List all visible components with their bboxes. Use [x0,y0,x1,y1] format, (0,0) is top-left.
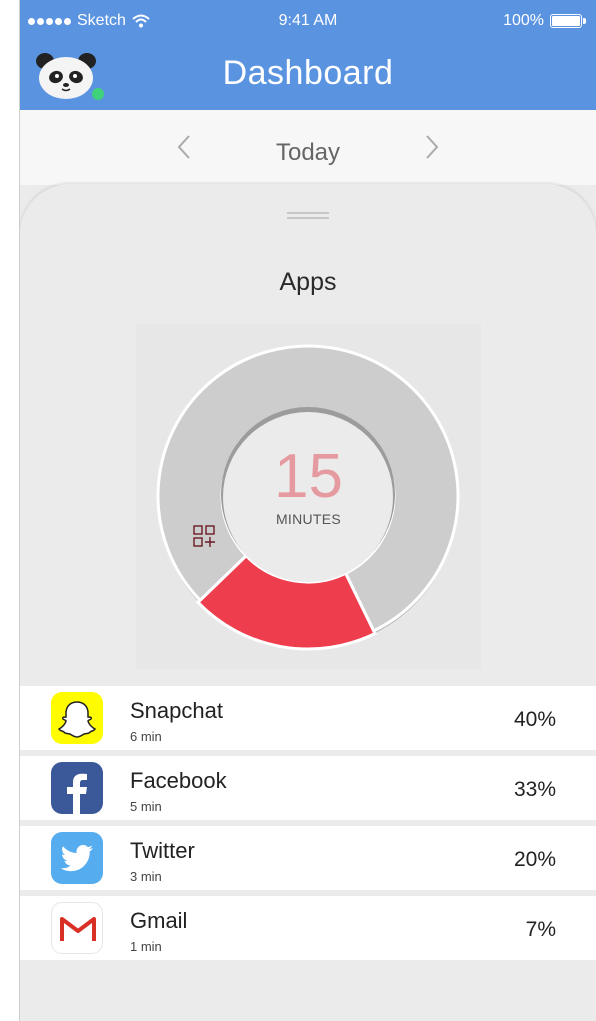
app-usage-list: Snapchat 6 min 40% Facebook 5 min 33% Tw… [20,686,596,966]
chevron-right-icon[interactable] [416,132,446,162]
list-item-snapchat[interactable]: Snapchat 6 min 40% [20,686,596,750]
gmail-icon [51,902,103,954]
status-bar: Sketch 9:41 AM 100% [20,0,596,42]
app-duration: 3 min [130,869,162,884]
page-title: Dashboard [222,54,394,92]
app-duration: 1 min [130,939,162,954]
list-item-facebook[interactable]: Facebook 5 min 33% [20,756,596,820]
snapchat-icon [51,692,103,744]
app-percent: 33% [513,778,556,801]
list-item-twitter[interactable]: Twitter 3 min 20% [20,826,596,890]
battery-icon [550,14,586,28]
app-name: Snapchat [130,698,223,723]
phone-screen: Sketch 9:41 AM 100% Dashboard Today Apps… [20,0,596,1021]
twitter-icon [51,832,103,884]
facebook-icon [51,762,103,814]
app-percent: 20% [513,848,556,871]
app-percent: 7% [525,918,556,941]
battery-group: 100% [503,12,586,30]
panel-title: Apps [279,268,337,296]
app-duration: 6 min [130,729,162,744]
app-name: Facebook [130,768,227,793]
nav-bar: Sketch 9:41 AM 100% Dashboard [20,0,596,110]
app-name: Twitter [130,838,195,863]
date-label: Today [275,139,341,166]
total-minutes-unit: MINUTES [275,511,342,527]
drag-handle[interactable] [287,212,329,219]
app-percent: 40% [513,708,556,731]
total-minutes-value: 15 [274,442,343,511]
app-duration: 5 min [130,799,162,814]
usage-donut-chart: 15 MINUTES [136,324,481,669]
list-item-gmail[interactable]: Gmail 1 min 7% [20,896,596,960]
app-grid-icon [193,525,215,547]
app-name: Gmail [130,908,188,933]
date-selector: Today [20,110,596,185]
battery-percent: 100% [503,12,544,29]
